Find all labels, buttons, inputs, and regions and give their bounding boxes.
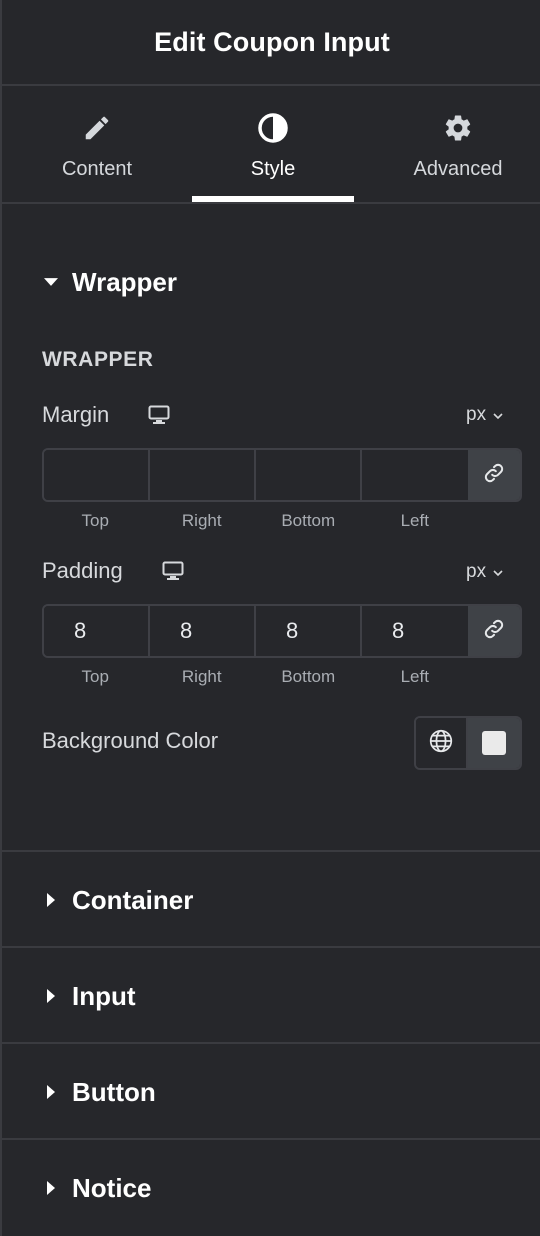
padding-left-label: Left (400, 667, 429, 686)
tab-advanced[interactable]: Advanced (374, 86, 540, 202)
caret-down-icon (44, 277, 58, 287)
wrapper-subheading: WRAPPER (42, 348, 154, 371)
padding-right-label: Right (181, 667, 222, 686)
section-input-title: Input (72, 980, 136, 1011)
margin-label: Margin (42, 402, 110, 427)
margin-right-label: Right (181, 511, 222, 530)
section-button-toggle[interactable]: Button (2, 1072, 540, 1112)
pencil-icon (82, 112, 112, 144)
section-notice-toggle[interactable]: Notice (2, 1168, 540, 1208)
margin-top-label: Top (81, 511, 109, 530)
margin-left-input[interactable] (362, 450, 468, 500)
globe-icon (428, 728, 454, 759)
link-icon (483, 462, 505, 489)
margin-unit-select[interactable]: px (466, 404, 503, 426)
color-picker-button[interactable] (468, 718, 520, 768)
padding-top-label: Top (81, 667, 109, 686)
color-swatch (482, 731, 506, 755)
background-color-control (414, 716, 522, 770)
section-input-toggle[interactable]: Input (2, 976, 540, 1016)
margin-top-input[interactable] (44, 450, 150, 500)
padding-side-labels: Top Right Bottom Left (42, 667, 468, 687)
tab-content[interactable]: Content (18, 86, 176, 202)
caret-right-icon (44, 989, 58, 1003)
padding-top-input[interactable]: 8 (44, 606, 150, 656)
margin-link-button[interactable] (468, 450, 520, 500)
margin-inputs (42, 448, 522, 502)
contrast-icon (257, 112, 289, 144)
section-container-toggle[interactable]: Container (2, 880, 540, 920)
padding-bottom-input[interactable]: 8 (256, 606, 362, 656)
margin-left-label: Left (400, 511, 429, 530)
gear-icon (443, 112, 473, 144)
panel-title: Edit Coupon Input (154, 26, 390, 57)
margin-right-input[interactable] (150, 450, 256, 500)
divider (2, 1042, 540, 1044)
padding-inputs: 8 8 8 8 (42, 604, 522, 658)
section-button-title: Button (72, 1076, 156, 1107)
panel-header: Edit Coupon Input (2, 0, 540, 86)
tab-style-label: Style (250, 158, 296, 180)
margin-unit-value: px (466, 404, 487, 425)
editor-panel: Edit Coupon Input Content Style Advanced (0, 0, 540, 1236)
chevron-down-icon (493, 561, 503, 583)
padding-unit-select[interactable]: px (466, 561, 503, 583)
margin-bottom-input[interactable] (256, 450, 362, 500)
global-colors-button[interactable] (416, 718, 468, 768)
section-wrapper-toggle[interactable]: Wrapper (2, 262, 540, 302)
margin-side-labels: Top Right Bottom Left (42, 511, 468, 531)
tab-bar: Content Style Advanced (2, 86, 540, 204)
divider (2, 850, 540, 852)
tab-advanced-label: Advanced (413, 158, 503, 180)
active-tab-indicator (192, 196, 354, 202)
padding-label: Padding (42, 558, 123, 583)
divider (2, 1138, 540, 1140)
padding-unit-value: px (466, 561, 487, 582)
tab-content-label: Content (61, 158, 133, 180)
padding-left-input[interactable]: 8 (362, 606, 468, 656)
caret-right-icon (44, 893, 58, 907)
background-color-label: Background Color (42, 728, 219, 753)
margin-bottom-label: Bottom (281, 511, 336, 530)
link-icon (483, 618, 505, 645)
desktop-icon[interactable] (162, 561, 184, 586)
section-notice-title: Notice (72, 1172, 152, 1203)
caret-right-icon (44, 1181, 58, 1195)
tab-style[interactable]: Style (192, 86, 354, 202)
desktop-icon[interactable] (148, 405, 170, 430)
section-container-title: Container (72, 884, 194, 915)
section-wrapper-title: Wrapper (72, 266, 177, 297)
divider (2, 946, 540, 948)
chevron-down-icon (493, 404, 503, 426)
padding-bottom-label: Bottom (281, 667, 336, 686)
padding-right-input[interactable]: 8 (150, 606, 256, 656)
caret-right-icon (44, 1085, 58, 1099)
padding-link-button[interactable] (468, 606, 520, 656)
